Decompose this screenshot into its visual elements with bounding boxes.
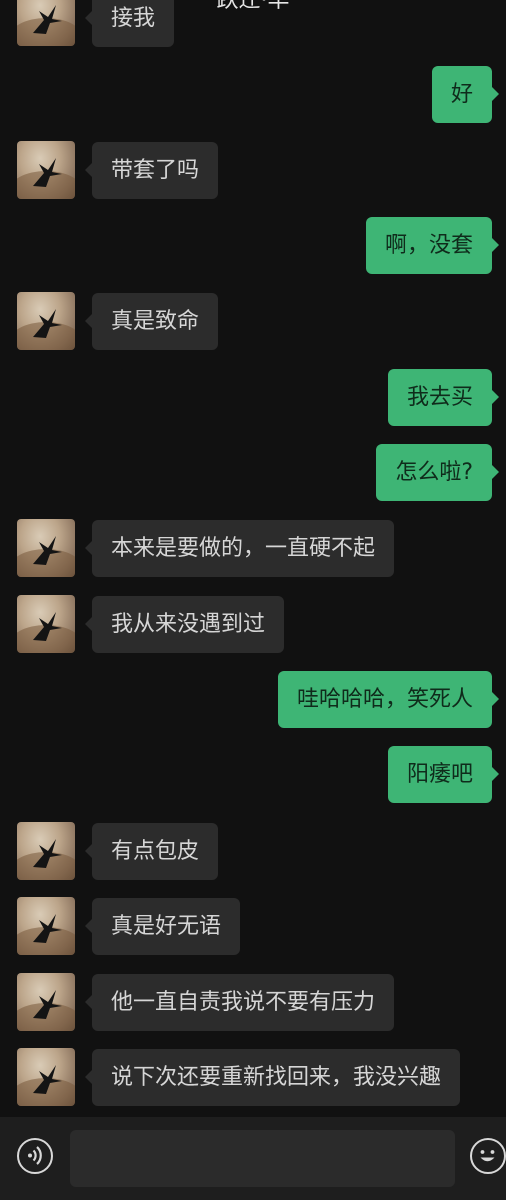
contact-avatar[interactable] (17, 292, 75, 350)
voice-icon[interactable] (17, 1138, 53, 1174)
message-outgoing[interactable]: 我去买 (387, 369, 500, 426)
contact-avatar[interactable] (17, 519, 75, 577)
message-text: 阳痿吧 (406, 762, 473, 787)
message-outgoing[interactable]: 怎么啦? (376, 444, 499, 501)
message-incoming[interactable]: 本来是要做的，一直硬不起 (84, 520, 395, 577)
message-text: 好 (450, 82, 473, 107)
message-incoming[interactable]: 接我 (84, 0, 175, 47)
message-text: 我去买 (406, 385, 473, 410)
emoji-icon[interactable] (470, 1138, 506, 1174)
message-text: 接我 (111, 6, 156, 31)
input-bar (0, 1117, 506, 1200)
message-outgoing[interactable]: 阳痿吧 (387, 746, 500, 803)
message-outgoing[interactable]: 好 (431, 66, 500, 123)
message-text: 带套了吗 (111, 158, 200, 183)
message-text: 怎么啦? (395, 460, 473, 485)
chat-screen: ‹ 跃迁·羊 接我 好 带套了吗 啊，没套 真是致命 我去买 怎么啦? (0, 0, 506, 1200)
message-text: 真是致命 (111, 309, 200, 334)
message-incoming[interactable]: 我从来没遇到过 (84, 596, 285, 653)
chat-header: ‹ 跃迁·羊 (0, 0, 506, 13)
message-incoming[interactable]: 带套了吗 (84, 142, 219, 199)
contact-avatar[interactable] (17, 973, 75, 1031)
message-outgoing[interactable]: 哇哈哈哈，笑死人 (277, 671, 500, 728)
message-text: 哇哈哈哈，笑死人 (296, 687, 473, 712)
message-incoming[interactable]: 他一直自责我说不要有压力 (84, 974, 395, 1031)
contact-avatar[interactable] (17, 141, 75, 199)
chat-title[interactable]: 跃迁·羊 (0, 0, 506, 14)
contact-avatar[interactable] (17, 595, 75, 653)
message-text: 他一直自责我说不要有压力 (111, 990, 376, 1015)
contact-avatar[interactable] (17, 0, 75, 46)
message-incoming[interactable]: 真是致命 (84, 293, 219, 350)
message-text: 有点包皮 (111, 839, 200, 864)
contact-avatar[interactable] (17, 822, 75, 880)
message-outgoing[interactable]: 啊，没套 (365, 217, 500, 274)
message-input[interactable] (70, 1130, 455, 1187)
message-text: 真是好无语 (111, 914, 222, 939)
message-incoming[interactable]: 真是好无语 (84, 898, 241, 955)
message-text: 啊，没套 (384, 233, 473, 258)
message-text: 本来是要做的，一直硬不起 (111, 536, 376, 561)
message-text: 说下次还要重新找回来，我没兴趣 (111, 1065, 442, 1090)
message-incoming[interactable]: 说下次还要重新找回来，我没兴趣 (84, 1049, 461, 1106)
message-text: 我从来没遇到过 (111, 612, 266, 637)
contact-avatar[interactable] (17, 1048, 75, 1106)
contact-avatar[interactable] (17, 897, 75, 955)
message-incoming[interactable]: 有点包皮 (84, 823, 219, 880)
